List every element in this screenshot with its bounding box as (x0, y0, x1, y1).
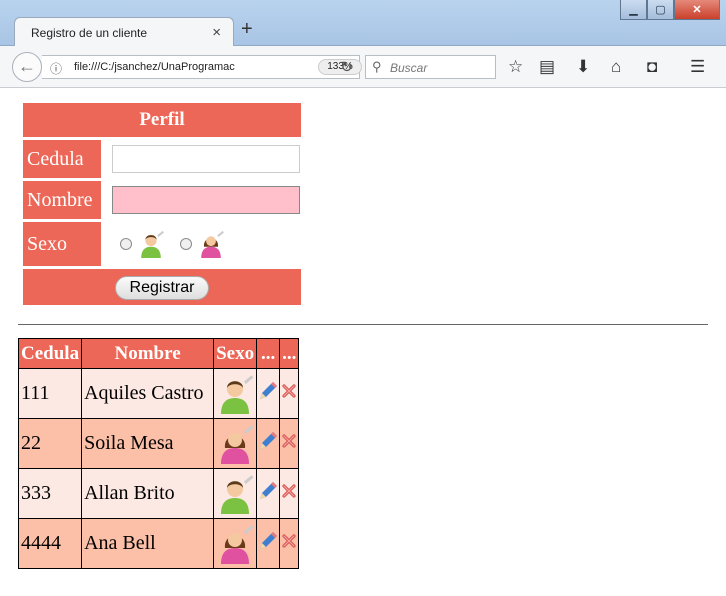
female-user-icon (221, 424, 254, 464)
download-icon[interactable]: ⬇ (576, 57, 590, 77)
cell-cedula: 22 (17, 418, 83, 469)
male-radio[interactable] (120, 238, 132, 250)
window-titlebar: Registro de un cliente × + ▁ ▢ ✕ (0, 0, 726, 47)
bookmark-star-icon[interactable]: ☆ (508, 57, 523, 77)
cedula-label: Cedula (23, 140, 101, 178)
female-user-icon (201, 230, 224, 258)
pocket-icon[interactable]: ◘ (647, 57, 657, 77)
url-text[interactable]: file:///C:/jsanchez/UnaProgramac (74, 61, 252, 73)
cell-delete[interactable] (279, 418, 300, 469)
cell-edit[interactable] (256, 518, 281, 569)
delete-x-icon[interactable] (281, 383, 297, 399)
table-row: 22 Soila Mesa (17, 418, 300, 469)
url-bar[interactable]: ⓘ file:///C:/jsanchez/UnaProgramac 133% … (42, 55, 362, 79)
cell-edit[interactable] (256, 418, 281, 469)
cell-edit[interactable] (256, 468, 281, 519)
page-content: Perfil Cedula Nombre Sexo Registrar Cedu… (0, 89, 726, 596)
minimize-button[interactable]: ▁ (620, 0, 647, 20)
cell-sexo (213, 468, 258, 519)
maximize-button[interactable]: ▢ (647, 0, 674, 20)
back-arrow-icon[interactable]: ← (12, 52, 42, 82)
header-edit: ... (256, 338, 281, 369)
cell-sexo (213, 418, 258, 469)
delete-x-icon[interactable] (281, 433, 297, 449)
new-tab-button[interactable]: + (241, 18, 253, 41)
table-row: 333 Allan Brito (17, 468, 300, 519)
cell-cedula: 111 (17, 368, 83, 419)
registration-form: Perfil Cedula Nombre Sexo Registrar (20, 100, 304, 308)
cell-cedula: 333 (17, 468, 83, 519)
home-icon[interactable]: ⌂ (611, 57, 621, 77)
nombre-field[interactable] (112, 186, 300, 214)
cell-delete[interactable] (279, 368, 300, 419)
male-user-icon (221, 374, 254, 414)
table-row: 111 Aquiles Castro (17, 368, 300, 419)
header-delete: ... (279, 338, 300, 369)
cell-edit[interactable] (256, 368, 281, 419)
clients-table: Cedula Nombre Sexo ... ... 111 Aquiles Ca… (17, 338, 300, 569)
edit-pencil-icon[interactable] (257, 380, 279, 402)
cell-sexo (213, 368, 258, 419)
search-input[interactable]: ⚲ Buscar (365, 55, 496, 79)
cedula-field[interactable] (112, 145, 300, 173)
registrar-button[interactable]: Registrar (114, 275, 210, 300)
search-placeholder: Buscar (390, 61, 428, 75)
cell-nombre: Allan Brito (81, 468, 215, 519)
tab-title: Registro de un cliente (31, 26, 148, 40)
search-icon: ⚲ (372, 59, 382, 74)
menu-icon[interactable]: ☰ (690, 57, 705, 77)
reading-list-icon[interactable]: ▤ (539, 57, 555, 77)
female-user-icon (221, 524, 254, 564)
nombre-label: Nombre (23, 181, 101, 219)
cell-delete[interactable] (279, 468, 300, 519)
delete-x-icon[interactable] (281, 483, 297, 499)
cell-nombre: Soila Mesa (81, 418, 215, 469)
female-radio[interactable] (180, 238, 192, 250)
header-sexo: Sexo (213, 338, 258, 369)
close-window-button[interactable]: ✕ (674, 0, 720, 20)
sexo-label: Sexo (23, 222, 101, 266)
cell-cedula: 4444 (17, 518, 83, 569)
browser-tab[interactable]: Registro de un cliente × (14, 17, 234, 47)
cell-sexo (213, 518, 258, 569)
form-title: Perfil (23, 103, 301, 137)
table-header-row: Cedula Nombre Sexo ... ... (17, 338, 300, 369)
table-row: 4444 Ana Bell (17, 518, 300, 569)
header-nombre: Nombre (81, 338, 215, 369)
divider (18, 324, 708, 325)
info-icon[interactable]: ⓘ (50, 60, 62, 77)
edit-pencil-icon[interactable] (257, 530, 279, 552)
male-user-icon (141, 230, 164, 258)
edit-pencil-icon[interactable] (257, 430, 279, 452)
delete-x-icon[interactable] (281, 533, 297, 549)
cell-delete[interactable] (279, 518, 300, 569)
edit-pencil-icon[interactable] (257, 480, 279, 502)
tab-close-icon[interactable]: × (212, 24, 221, 41)
male-user-icon (221, 474, 254, 514)
window-controls: ▁ ▢ ✕ (620, 0, 720, 20)
cell-nombre: Aquiles Castro (81, 368, 215, 419)
navigation-toolbar: ← ⓘ file:///C:/jsanchez/UnaProgramac 133… (0, 46, 726, 88)
header-cedula: Cedula (17, 338, 83, 369)
reload-icon[interactable]: ↻ (340, 58, 353, 76)
cell-nombre: Ana Bell (81, 518, 215, 569)
